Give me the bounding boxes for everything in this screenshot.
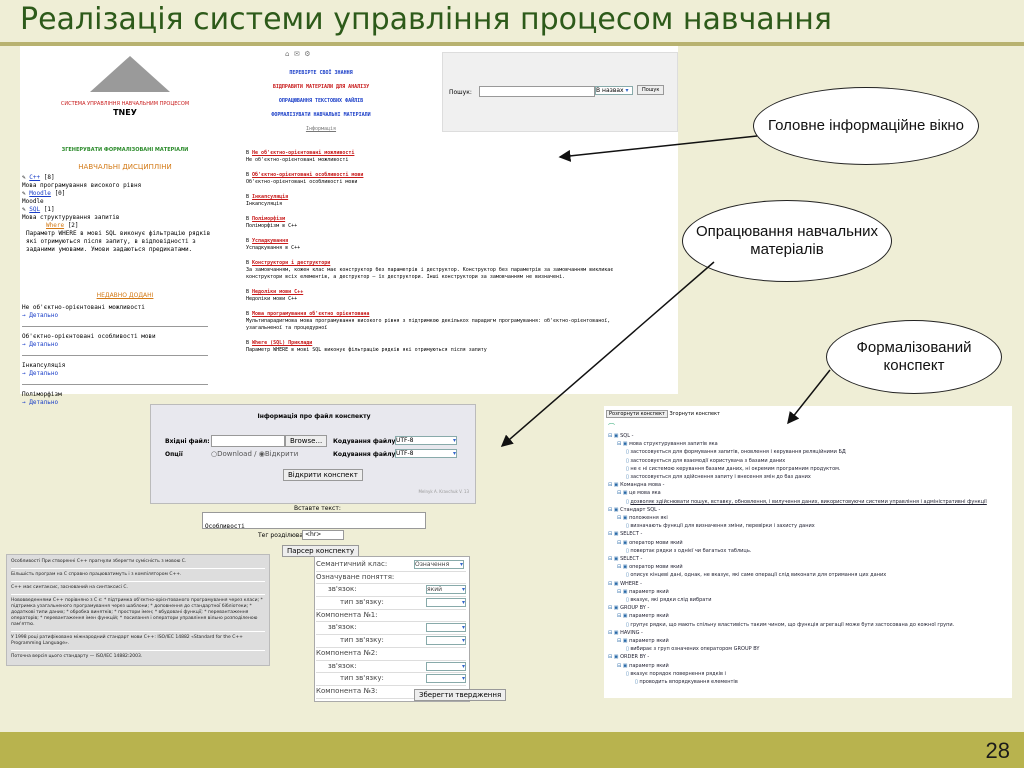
slide-footer — [0, 732, 1024, 768]
arrow-processing — [500, 261, 715, 447]
page-number: 28 — [985, 738, 1010, 763]
callout-arrows — [500, 135, 831, 447]
arrow-main-window — [558, 135, 758, 162]
arrow-formalized — [787, 369, 831, 425]
